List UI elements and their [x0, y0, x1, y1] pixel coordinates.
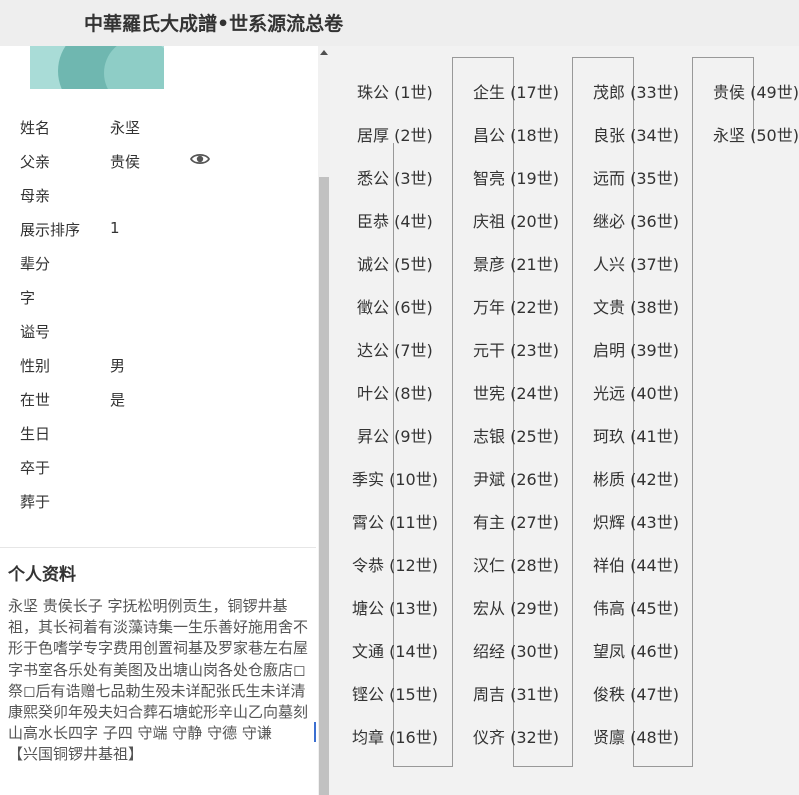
ancestor-link[interactable]: 霄公 (11世) — [352, 509, 438, 533]
living-value: 是 — [110, 391, 126, 409]
tree-connector-line — [572, 57, 633, 58]
ancestor-link[interactable]: 珂玖 (41世) — [593, 423, 679, 447]
ancestor-link[interactable]: 臣恭 (4世) — [357, 208, 433, 232]
personal-info-heading: 个人资料 — [8, 565, 76, 585]
ancestor-link[interactable]: 景彦 (21世) — [473, 251, 559, 275]
ancestor-link[interactable]: 徵公 (6世) — [357, 294, 433, 318]
generation-name-label: 辈分 — [20, 255, 51, 273]
tree-connector-line — [452, 57, 453, 766]
ancestor-link[interactable]: 庆祖 (20世) — [473, 208, 559, 232]
gender-label: 性别 — [20, 357, 51, 375]
ancestor-link[interactable]: 光远 (40世) — [593, 380, 679, 404]
tree-connector-line — [393, 766, 453, 767]
name-value: 永坚 — [110, 119, 141, 137]
birthday-label: 生日 — [20, 425, 51, 443]
father-value: 贵侯 — [110, 153, 141, 171]
ancestor-link[interactable]: 人兴 (37世) — [593, 251, 679, 275]
ancestor-link[interactable]: 彬质 (42世) — [593, 466, 679, 490]
biography-body: 永坚 贵侯长子 字抚松明例贡生，铜锣井基祖，其长祠着有淡藻诗集一生乐善好施用舍不… — [8, 597, 309, 743]
name-label: 姓名 — [20, 119, 51, 137]
living-label: 在世 — [20, 391, 51, 409]
display-order-label: 展示排序 — [20, 221, 81, 239]
ancestor-link[interactable]: 志银 (25世) — [473, 423, 559, 447]
tree-connector-line — [692, 57, 753, 58]
display-order-value: 1 — [110, 219, 120, 237]
ancestor-link[interactable]: 良张 (34世) — [593, 122, 679, 146]
ancestor-link[interactable]: 望凤 (46世) — [593, 638, 679, 662]
ancestor-link[interactable]: 炽辉 (43世) — [593, 509, 679, 533]
ancestor-link[interactable]: 昇公 (9世) — [357, 423, 433, 447]
left-panel-scrollbar[interactable] — [318, 46, 330, 795]
ancestor-link[interactable]: 祥伯 (44世) — [593, 552, 679, 576]
profile-panel: 姓名 永坚 父亲 贵侯 母亲 展示排序 1 辈分 字 谥号 性别 男 在世 是 … — [0, 46, 316, 795]
tree-connector-line — [393, 143, 394, 766]
ancestor-link[interactable]: 均章 (16世) — [352, 724, 438, 748]
tree-connector-line — [513, 766, 573, 767]
current-person-link[interactable]: 永坚 (50世) — [713, 122, 799, 146]
eye-icon[interactable] — [190, 152, 210, 166]
ancestor-link[interactable]: 尹斌 (26世) — [473, 466, 559, 490]
ancestor-link[interactable]: 仪齐 (32世) — [473, 724, 559, 748]
text-caret — [314, 722, 316, 742]
ancestor-link[interactable]: 有主 (27世) — [473, 509, 559, 533]
ancestor-link[interactable]: 铿公 (15世) — [352, 681, 438, 705]
tree-connector-line — [633, 766, 693, 767]
page-title: 中華羅氏大成譜•世系源流总卷 — [84, 13, 344, 35]
app-header: 中華羅氏大成譜•世系源流总卷 — [0, 0, 799, 46]
ancestor-link[interactable]: 贵侯 (49世) — [713, 79, 799, 103]
biography-text: 永坚 贵侯长子 字抚松明例贡生，铜锣井基祖，其长祠着有淡藻诗集一生乐善好施用舍不… — [8, 596, 310, 766]
burial-label: 葬于 — [20, 493, 51, 511]
ancestor-link[interactable]: 昌公 (18世) — [473, 122, 559, 146]
ancestor-link[interactable]: 塘公 (13世) — [352, 595, 438, 619]
ancestor-link[interactable]: 叶公 (8世) — [357, 380, 433, 404]
tree-connector-line — [692, 57, 693, 766]
ancestor-link[interactable]: 远而 (35世) — [593, 165, 679, 189]
ancestor-link[interactable]: 企生 (17世) — [473, 79, 559, 103]
ancestor-link[interactable]: 达公 (7世) — [357, 337, 433, 361]
father-label: 父亲 — [20, 153, 51, 171]
ancestor-link[interactable]: 万年 (22世) — [473, 294, 559, 318]
ancestor-link[interactable]: 绍经 (30世) — [473, 638, 559, 662]
ancestor-link[interactable]: 文通 (14世) — [352, 638, 438, 662]
tree-connector-line — [513, 143, 514, 766]
section-divider — [0, 547, 316, 548]
avatar — [30, 46, 164, 89]
ancestor-link[interactable]: 季实 (10世) — [352, 466, 438, 490]
ancestor-link[interactable]: 令恭 (12世) — [352, 552, 438, 576]
ancestor-link[interactable]: 世宪 (24世) — [473, 380, 559, 404]
death-label: 卒于 — [20, 459, 51, 477]
ancestor-link[interactable]: 居厚 (2世) — [357, 122, 433, 146]
biography-origin: 【兴国铜锣井基祖】 — [8, 745, 144, 764]
courtesy-name-label: 字 — [20, 289, 36, 307]
gender-value: 男 — [110, 357, 126, 375]
ancestor-link[interactable]: 文贵 (38世) — [593, 294, 679, 318]
ancestor-link[interactable]: 汉仁 (28世) — [473, 552, 559, 576]
ancestor-link[interactable]: 宏从 (29世) — [473, 595, 559, 619]
mother-label: 母亲 — [20, 187, 51, 205]
ancestor-link[interactable]: 元干 (23世) — [473, 337, 559, 361]
ancestor-link[interactable]: 启明 (39世) — [593, 337, 679, 361]
ancestor-link[interactable]: 伟高 (45世) — [593, 595, 679, 619]
ancestor-link[interactable]: 周吉 (31世) — [473, 681, 559, 705]
ancestor-link[interactable]: 俊秩 (47世) — [593, 681, 679, 705]
ancestor-link[interactable]: 珠公 (1世) — [357, 79, 433, 103]
ancestor-link[interactable]: 贤廪 (48世) — [593, 724, 679, 748]
ancestor-link[interactable]: 继必 (36世) — [593, 208, 679, 232]
lineage-panel: 珠公 (1世) 居厚 (2世) 悉公 (3世) 臣恭 (4世) 诚公 (5世) … — [330, 46, 799, 795]
tree-connector-line — [633, 143, 634, 766]
ancestor-link[interactable]: 诚公 (5世) — [357, 251, 433, 275]
scrollbar-thumb[interactable] — [319, 177, 329, 795]
tree-connector-line — [572, 57, 573, 766]
ancestor-link[interactable]: 悉公 (3世) — [357, 165, 433, 189]
ancestor-link[interactable]: 智亮 (19世) — [473, 165, 559, 189]
scroll-up-icon[interactable] — [320, 50, 328, 55]
ancestor-link[interactable]: 茂郎 (33世) — [593, 79, 679, 103]
tree-connector-line — [452, 57, 513, 58]
posthumous-name-label: 谥号 — [20, 323, 51, 341]
